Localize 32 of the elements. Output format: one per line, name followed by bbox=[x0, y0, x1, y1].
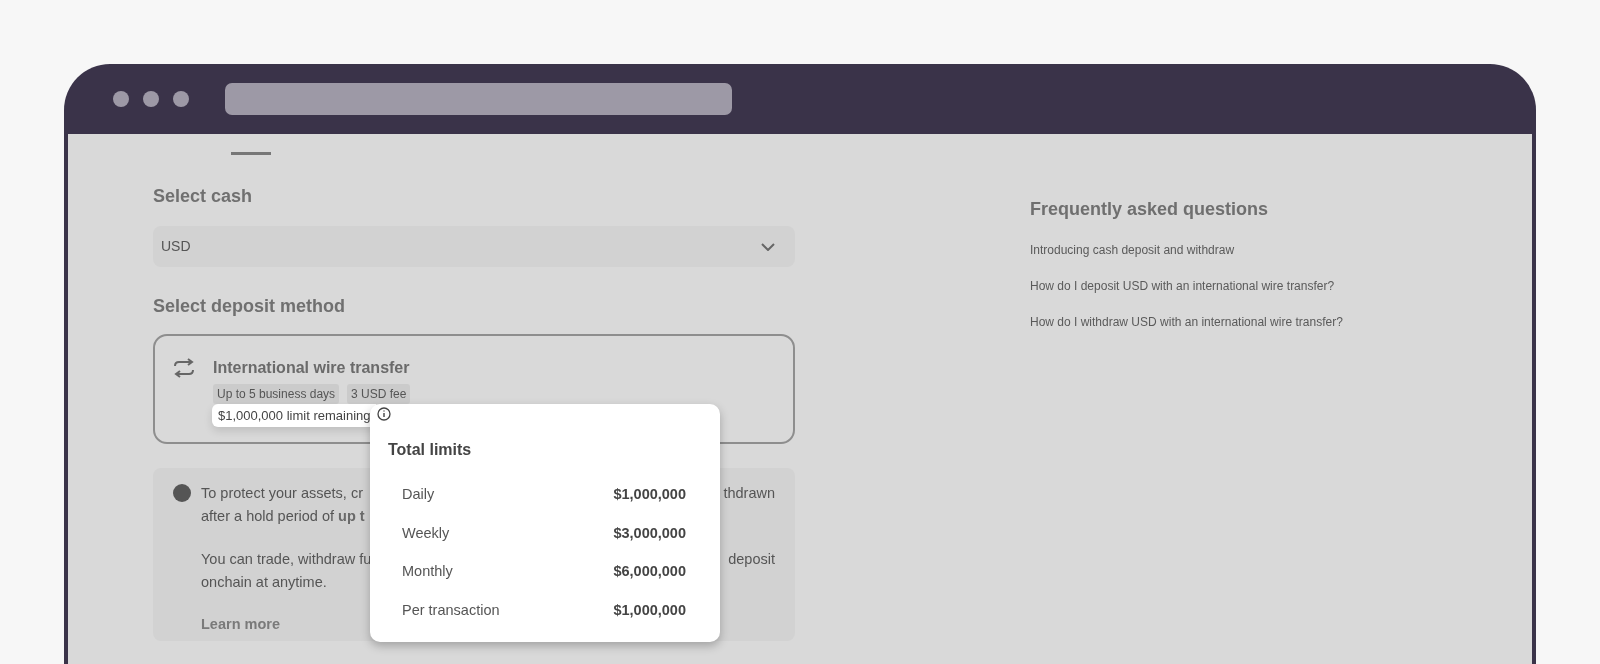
faq-link[interactable]: How do I withdraw USD with an international wire transfer? bbox=[1030, 313, 1465, 331]
limit-label: Daily bbox=[402, 485, 435, 505]
limit-label: Weekly bbox=[402, 523, 450, 543]
info-icon[interactable] bbox=[377, 407, 391, 421]
notice-text: To protect your assets, cr bbox=[201, 484, 363, 503]
limit-value: $3,000,000 bbox=[613, 523, 686, 543]
limit-badge: $1,000,000 limit remaining bbox=[212, 404, 377, 427]
method-tag: 3 USD fee bbox=[347, 384, 411, 404]
window-control[interactable] bbox=[143, 91, 159, 107]
notice-text: after a hold period of up t bbox=[201, 507, 365, 526]
window-control[interactable] bbox=[173, 91, 189, 107]
faq-link[interactable]: Introducing cash deposit and withdraw bbox=[1030, 241, 1465, 259]
notice-text: thdrawn bbox=[723, 484, 775, 503]
faq-link[interactable]: How do I deposit USD with an international wire transfer? bbox=[1030, 277, 1465, 295]
currency-select[interactable]: USD bbox=[153, 226, 795, 267]
notice-text: You can trade, withdraw fu bbox=[201, 550, 372, 569]
window-control[interactable] bbox=[113, 91, 129, 107]
section-label: Select cash bbox=[153, 185, 254, 208]
limit-value: $6,000,000 bbox=[613, 562, 686, 582]
method-tag: Up to 5 business days bbox=[213, 384, 340, 404]
limit-value: $1,000,000 bbox=[613, 600, 686, 620]
section-label: Select deposit method bbox=[153, 295, 347, 318]
notice-text: onchain at anytime. bbox=[201, 573, 327, 592]
limit-label: Monthly bbox=[402, 562, 453, 582]
faq-title: Frequently asked questions bbox=[1030, 198, 1270, 221]
method-title: International wire transfer bbox=[213, 358, 411, 378]
limit-label: Per transaction bbox=[402, 600, 500, 620]
notice-text: deposit bbox=[728, 550, 775, 569]
info-icon bbox=[173, 484, 191, 502]
chevron-down-icon bbox=[761, 242, 775, 251]
transfer-arrows-icon bbox=[173, 358, 195, 378]
limit-value: $1,000,000 bbox=[613, 485, 686, 505]
